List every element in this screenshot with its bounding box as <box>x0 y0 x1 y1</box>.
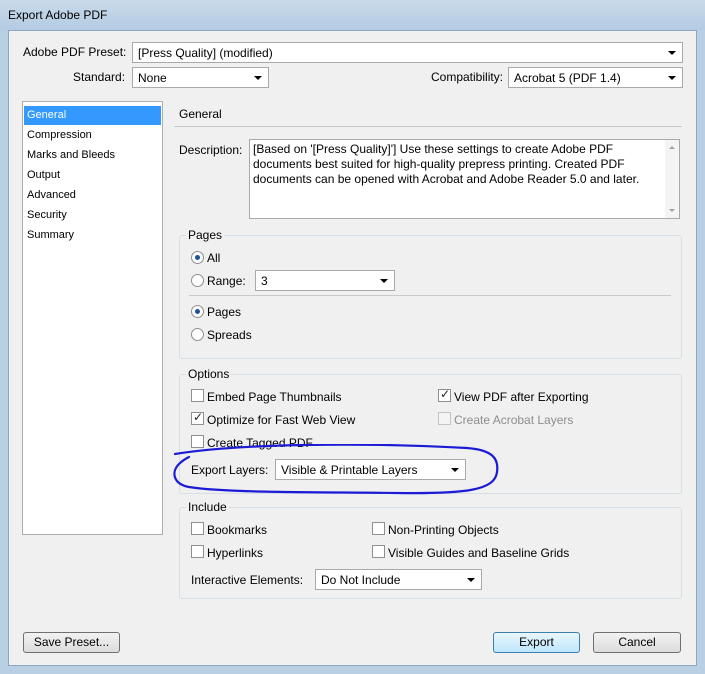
optimize-web-label: Optimize for Fast Web View <box>207 413 356 427</box>
interactive-elements-label: Interactive Elements: <box>191 573 304 587</box>
title-bar[interactable]: Export Adobe PDF <box>0 0 705 30</box>
view-pdf-label: View PDF after Exporting <box>454 390 589 404</box>
description-text: [Based on '[Press Quality]'] Use these s… <box>253 142 640 186</box>
panel-title: General <box>179 107 222 121</box>
range-label: Range: <box>207 274 246 288</box>
nav-item-security[interactable]: Security <box>24 206 161 225</box>
bookmarks-checkbox[interactable] <box>191 522 204 535</box>
pages-radio[interactable] <box>191 305 204 318</box>
standard-dropdown[interactable]: None <box>132 67 269 88</box>
export-button[interactable]: Export <box>493 632 580 653</box>
pages-group <box>179 235 682 359</box>
preset-label: Adobe PDF Preset: <box>23 45 127 59</box>
embed-thumbnails-label: Embed Page Thumbnails <box>207 390 342 404</box>
interactive-elements-value: Do Not Include <box>321 573 401 587</box>
preset-value: [Press Quality] (modified) <box>138 46 273 60</box>
pages-divider <box>189 295 671 296</box>
hand-drawn-annotation <box>173 444 499 495</box>
compatibility-label: Compatibility: <box>431 70 504 84</box>
spreads-label: Spreads <box>207 328 252 342</box>
view-pdf-checkbox[interactable] <box>438 387 451 402</box>
include-group-title: Include <box>186 500 229 514</box>
all-pages-radio[interactable] <box>191 251 204 264</box>
scroll-up-icon[interactable] <box>669 146 675 149</box>
pages-group-title: Pages <box>186 228 225 242</box>
preset-dropdown[interactable]: [Press Quality] (modified) <box>132 42 683 63</box>
nav-item-summary[interactable]: Summary <box>24 226 161 245</box>
dialog-body: Adobe PDF Preset: [Press Quality] (modif… <box>8 30 697 666</box>
spreads-radio[interactable] <box>191 328 204 341</box>
hyperlinks-label: Hyperlinks <box>207 546 264 560</box>
range-dropdown[interactable]: 3 <box>255 270 395 291</box>
chevron-down-icon <box>254 76 262 80</box>
nav-item-general[interactable]: General <box>24 106 161 125</box>
save-preset-button[interactable]: Save Preset... <box>23 632 120 653</box>
interactive-elements-dropdown[interactable]: Do Not Include <box>315 569 482 590</box>
category-list[interactable]: General Compression Marks and Bleeds Out… <box>22 101 163 535</box>
non-printing-checkbox[interactable] <box>372 522 385 535</box>
embed-thumbnails-checkbox[interactable] <box>191 389 204 402</box>
range-radio[interactable] <box>191 274 204 287</box>
compatibility-dropdown[interactable]: Acrobat 5 (PDF 1.4) <box>508 67 683 88</box>
guides-checkbox[interactable] <box>372 545 385 558</box>
chevron-down-icon <box>467 578 475 582</box>
description-box[interactable]: [Based on '[Press Quality]'] Use these s… <box>249 139 680 219</box>
window-title: Export Adobe PDF <box>8 8 108 22</box>
chevron-down-icon <box>668 51 676 55</box>
nav-item-advanced[interactable]: Advanced <box>24 186 161 205</box>
nav-item-output[interactable]: Output <box>24 166 161 185</box>
options-group-title: Options <box>186 367 232 381</box>
compatibility-value: Acrobat 5 (PDF 1.4) <box>514 71 621 85</box>
non-printing-label: Non-Printing Objects <box>388 523 499 537</box>
standard-label: Standard: <box>73 70 126 84</box>
panel-title-divider <box>174 126 682 127</box>
all-pages-label: All <box>207 251 221 265</box>
pages-label: Pages <box>207 305 242 319</box>
acrobat-layers-label: Create Acrobat Layers <box>454 413 574 427</box>
range-value: 3 <box>261 274 268 288</box>
description-scrollbar[interactable] <box>665 140 679 218</box>
hyperlinks-checkbox[interactable] <box>191 545 204 558</box>
annotation-loop <box>173 444 499 495</box>
scroll-down-icon[interactable] <box>669 209 675 212</box>
description-label: Description: <box>179 143 243 157</box>
cancel-button[interactable]: Cancel <box>593 632 681 653</box>
standard-value: None <box>138 71 167 85</box>
nav-item-marks-and-bleeds[interactable]: Marks and Bleeds <box>24 146 161 165</box>
guides-label: Visible Guides and Baseline Grids <box>388 546 570 560</box>
bookmarks-label: Bookmarks <box>207 523 268 537</box>
acrobat-layers-checkbox[interactable] <box>438 412 451 425</box>
chevron-down-icon <box>668 76 676 80</box>
optimize-web-checkbox[interactable] <box>191 410 204 425</box>
nav-item-compression[interactable]: Compression <box>24 126 161 145</box>
chevron-down-icon <box>380 279 388 283</box>
